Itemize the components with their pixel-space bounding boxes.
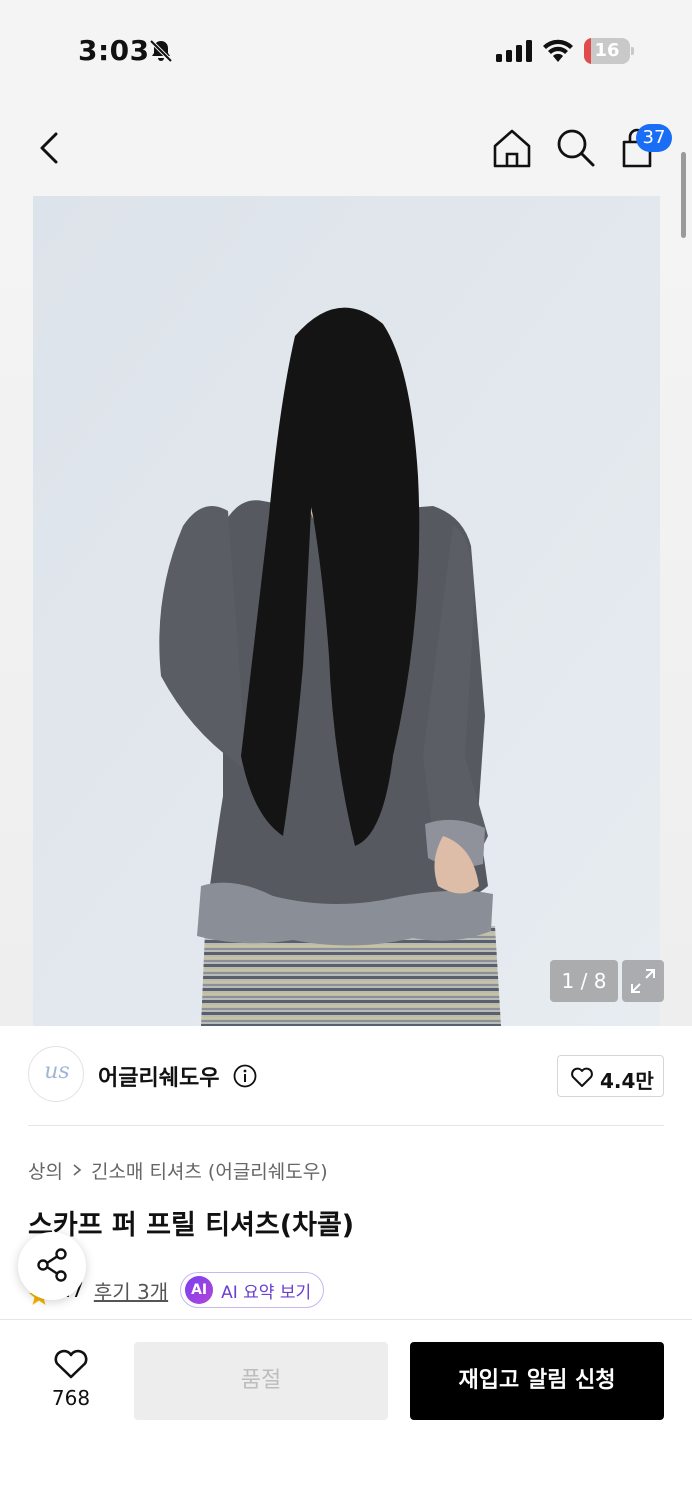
brand-row: us 어글리쉐도우 4.4만 bbox=[0, 1026, 692, 1126]
back-icon bbox=[40, 132, 58, 164]
status-time: 3:03 bbox=[78, 34, 150, 67]
ai-icon: AI bbox=[185, 1276, 214, 1304]
wishlist-button[interactable]: 768 bbox=[36, 1346, 106, 1416]
product-photo[interactable] bbox=[33, 196, 660, 1026]
brand-like-button[interactable]: 4.4만 bbox=[557, 1055, 664, 1097]
status-bar: 3:03 16 bbox=[0, 0, 692, 100]
chevron-right-icon bbox=[73, 1164, 82, 1176]
breadcrumb-category[interactable]: 상의 bbox=[28, 1157, 63, 1184]
signal-icon bbox=[496, 40, 532, 62]
back-button[interactable] bbox=[30, 128, 70, 168]
soldout-button: 품절 bbox=[134, 1342, 388, 1420]
bell-off-icon bbox=[149, 39, 173, 63]
home-icon bbox=[493, 129, 531, 168]
brand-logo[interactable]: us bbox=[28, 1046, 84, 1102]
battery-icon: 16 bbox=[584, 38, 634, 64]
share-icon bbox=[37, 1248, 67, 1282]
product-photo-image bbox=[33, 196, 660, 1026]
share-button[interactable] bbox=[18, 1232, 86, 1300]
cart-button[interactable]: 37 bbox=[616, 124, 672, 170]
battery-level-text: 16 bbox=[594, 40, 620, 61]
home-button[interactable] bbox=[490, 126, 534, 170]
top-navigation: 37 bbox=[0, 100, 692, 196]
wifi-icon bbox=[543, 39, 573, 62]
gallery-page-indicator: 1 / 8 bbox=[550, 960, 618, 1002]
heart-icon bbox=[571, 1067, 593, 1087]
brand-like-count: 4.4만 bbox=[600, 1069, 654, 1093]
heart-icon bbox=[54, 1349, 88, 1379]
expand-image-button[interactable] bbox=[622, 960, 664, 1002]
restock-alert-button[interactable]: 재입고 알림 신청 bbox=[410, 1342, 664, 1420]
product-title: 스카프 퍼 프릴 티셔츠(차콜) bbox=[28, 1210, 355, 1241]
divider bbox=[28, 1125, 664, 1126]
review-count-link[interactable]: 후기 3개 bbox=[94, 1276, 168, 1305]
info-icon[interactable] bbox=[233, 1064, 257, 1088]
scroll-indicator bbox=[681, 152, 686, 238]
breadcrumb: 상의 긴소매 티셔츠 (어글리쉐도우) bbox=[28, 1157, 328, 1183]
search-icon bbox=[557, 129, 595, 167]
breadcrumb-subcategory[interactable]: 긴소매 티셔츠 (어글리쉐도우) bbox=[91, 1157, 328, 1184]
brand-name[interactable]: 어글리쉐도우 bbox=[98, 1060, 219, 1092]
search-button[interactable] bbox=[554, 126, 598, 170]
wishlist-count: 768 bbox=[51, 1386, 91, 1410]
cart-count-badge: 37 bbox=[636, 124, 672, 152]
ai-summary-button[interactable]: AI AI 요약 보기 bbox=[180, 1272, 325, 1308]
brand-logo-text: us bbox=[44, 1059, 70, 1084]
ai-summary-label: AI 요약 보기 bbox=[221, 1282, 312, 1303]
bottom-action-bar: 768 품절 재입고 알림 신청 bbox=[0, 1319, 692, 1500]
expand-icon bbox=[631, 969, 655, 993]
